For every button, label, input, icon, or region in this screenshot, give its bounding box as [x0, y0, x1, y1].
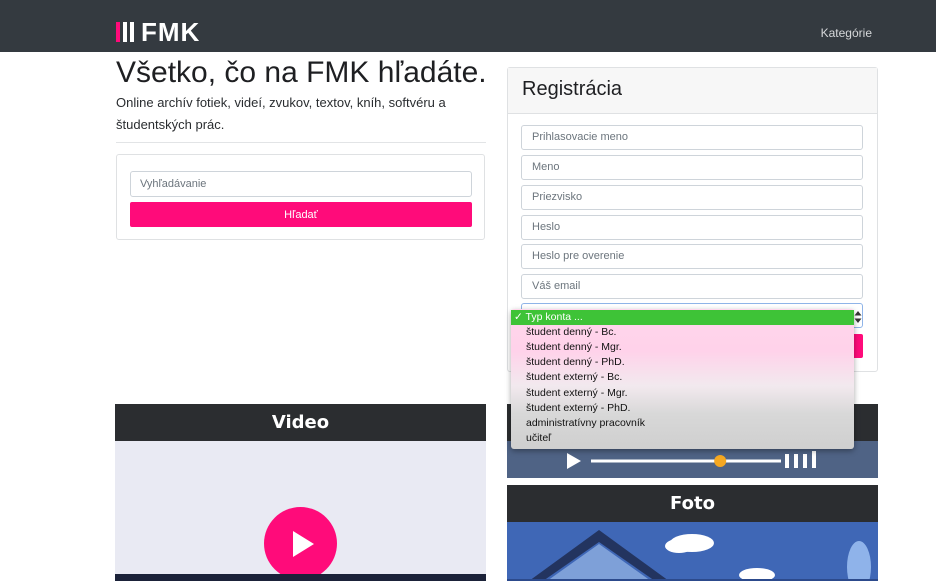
dropdown-option[interactable]: študent denný - PhD.	[511, 355, 854, 370]
logo-text: FMK	[141, 17, 201, 47]
select-arrows-icon[interactable]	[852, 310, 864, 324]
top-navbar: FMK Kategórie	[0, 0, 936, 52]
dropdown-option[interactable]: študent denný - Bc.	[511, 325, 854, 340]
dropdown-option[interactable]: učiteľ	[511, 431, 854, 446]
registration-header: Registrácia	[508, 68, 877, 114]
dropdown-option[interactable]: ✓ Typ konta ...	[511, 310, 854, 325]
video-card[interactable]: Video	[115, 404, 486, 581]
site-logo[interactable]: FMK	[116, 17, 201, 47]
account-type-dropdown[interactable]: ✓ Typ konta ... študent denný - Bc. štud…	[511, 309, 854, 449]
first-name-field[interactable]: Meno	[521, 155, 863, 180]
dropdown-option[interactable]: študent externý - Mgr.	[511, 386, 854, 401]
dropdown-option[interactable]: študent externý - PhD.	[511, 401, 854, 416]
password-confirm-field[interactable]: Heslo pre overenie	[521, 244, 863, 269]
photo-card[interactable]: Foto	[507, 485, 878, 581]
last-name-field[interactable]: Priezvisko	[521, 185, 863, 210]
username-field[interactable]: Prihlasovacie meno	[521, 125, 863, 150]
password-field[interactable]: Heslo	[521, 215, 863, 240]
play-icon[interactable]	[264, 507, 337, 580]
dropdown-option-label: Typ konta ...	[525, 311, 583, 323]
registration-title: Registrácia	[522, 78, 623, 100]
photo-illustration	[507, 522, 878, 581]
register-button[interactable]	[854, 334, 863, 358]
nav-link-categories[interactable]: Kategórie	[821, 26, 872, 40]
video-thumbnail[interactable]	[115, 441, 486, 581]
photo-landscape-icon	[507, 530, 878, 581]
checkmark-icon: ✓	[514, 311, 523, 323]
dropdown-option[interactable]: študent externý - Bc.	[511, 370, 854, 385]
page-subtitle: Online archív fotiek, videí, zvukov, tex…	[116, 95, 446, 132]
video-image-strip	[115, 574, 486, 581]
dropdown-option[interactable]: administratívny pracovník	[511, 416, 854, 431]
divider	[116, 142, 486, 143]
video-card-title: Video	[115, 404, 486, 441]
photo-card-title: Foto	[507, 485, 878, 522]
logo-mark	[116, 22, 134, 42]
search-input[interactable]: Vyhľadávanie	[130, 171, 472, 197]
email-field[interactable]: Váš email	[521, 274, 863, 299]
search-card: Vyhľadávanie Hľadať	[116, 154, 485, 240]
dropdown-option[interactable]: študent denný - Mgr.	[511, 340, 854, 355]
search-button[interactable]: Hľadať	[130, 202, 472, 227]
page-title: Všetko, čo na FMK hľadáte.	[116, 56, 487, 89]
